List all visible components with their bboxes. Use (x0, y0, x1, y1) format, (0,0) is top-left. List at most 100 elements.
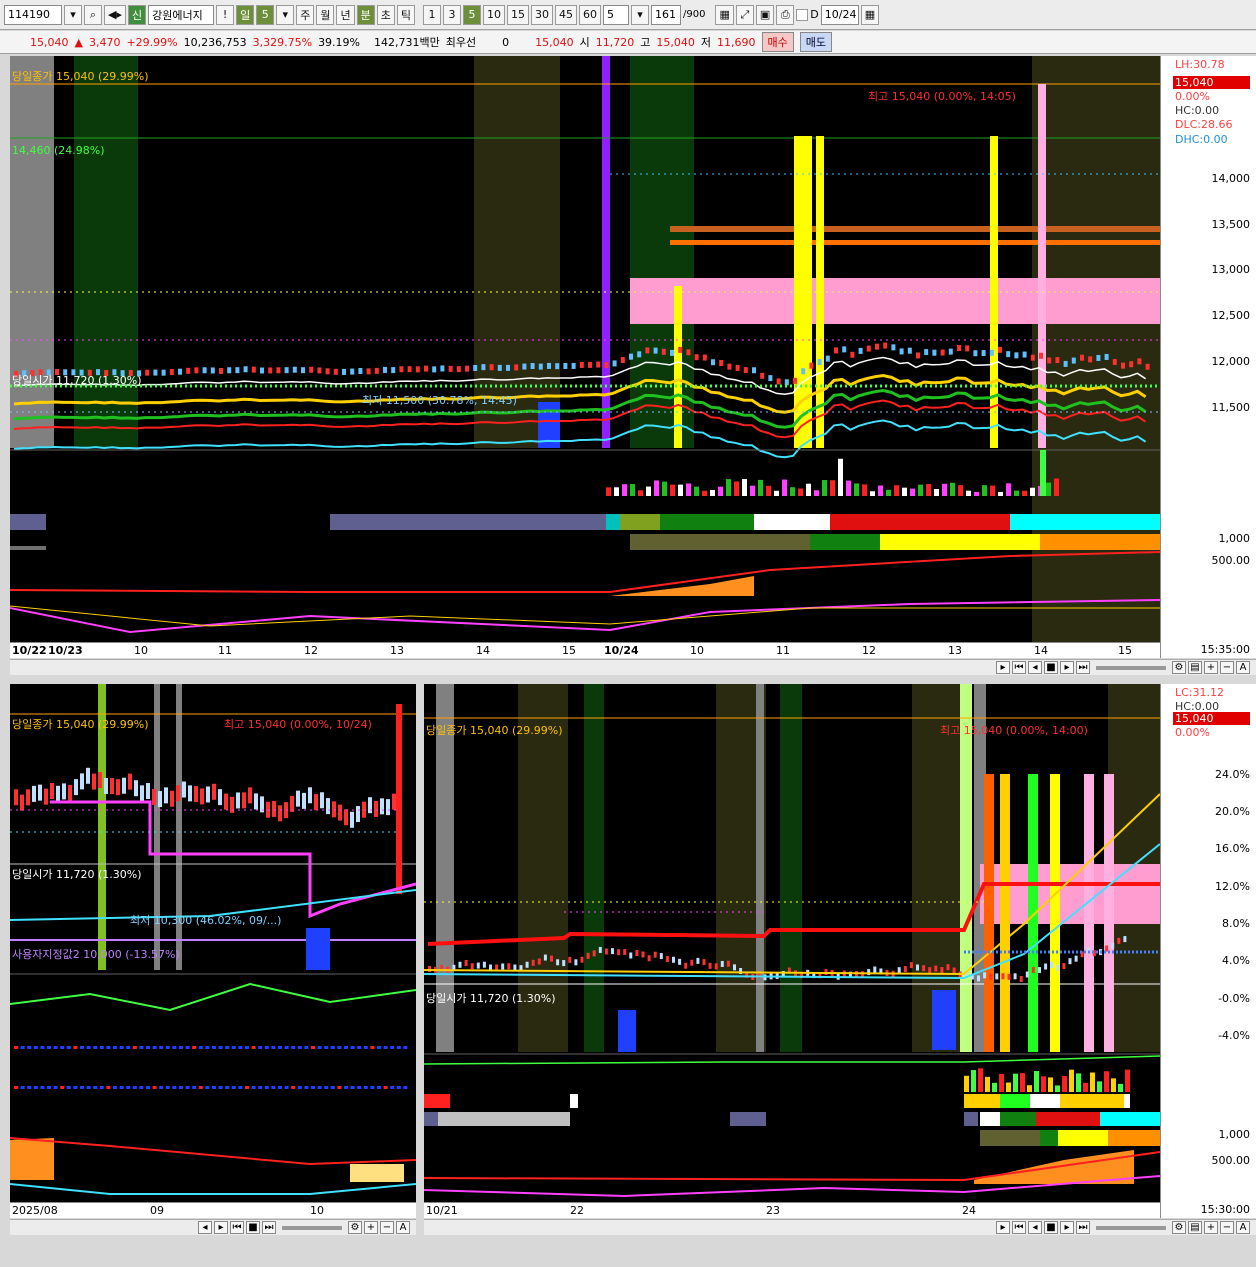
chart-type-icon[interactable]: ▦ (715, 4, 734, 25)
scroll-first-icon[interactable]: ⏮ (1012, 661, 1026, 674)
interval-5[interactable]: 5 (462, 4, 481, 25)
date-checkbox[interactable] (796, 8, 809, 21)
volume-bar (838, 458, 843, 496)
scroll-prev-icon[interactable]: ◂ (198, 1221, 212, 1234)
save-icon[interactable]: ▣ (755, 4, 775, 25)
dropdown-icon[interactable]: ▾ (630, 4, 649, 25)
scroll-next-icon[interactable]: ▸ (1060, 1221, 1074, 1234)
zoom-out-icon[interactable]: − (1220, 661, 1234, 674)
candle (873, 966, 877, 973)
clock-label: 15:30:00 (1200, 1203, 1250, 1216)
alert-button[interactable]: ! (216, 4, 235, 25)
scroll-right-icon[interactable]: ▸ (996, 661, 1010, 674)
dot-bar (205, 1046, 210, 1049)
dot-bar (403, 1046, 408, 1049)
settings-icon[interactable]: ⚙ (1172, 661, 1186, 674)
candle (465, 365, 469, 372)
dropdown-icon[interactable]: ▾ (64, 4, 82, 25)
candle (825, 355, 830, 362)
period-week-button[interactable]: 주 (296, 4, 315, 25)
search-icon[interactable]: ⌕ (84, 4, 102, 25)
settings-icon[interactable]: ⚙ (348, 1221, 362, 1234)
period-tick-button[interactable]: 틱 (396, 4, 415, 25)
volume-highlight (674, 286, 682, 448)
scroll-right-icon[interactable]: ▸ (996, 1221, 1010, 1234)
quote-bar: 15,040 ▲ 3,470 +29.99% 10,236,753 3,329.… (0, 31, 1256, 54)
stop-icon[interactable]: ■ (246, 1221, 260, 1234)
layout-icon[interactable]: ▤ (1188, 1221, 1202, 1234)
period-month-button[interactable]: 월 (316, 4, 335, 25)
zoom-in-icon[interactable]: + (1204, 1221, 1218, 1234)
interval-value-input[interactable]: 5 (602, 4, 629, 25)
scroll-prev-icon[interactable]: ◂ (1028, 661, 1042, 674)
candle (620, 357, 625, 364)
top-scrollbar[interactable]: ▸ ⏮ ◂ ■ ▸ ⏭ ⚙ ▤ + − A (10, 659, 1256, 675)
period-day-value[interactable]: 5 (256, 4, 275, 25)
zoom-in-icon[interactable]: + (1204, 661, 1218, 674)
interval-45[interactable]: 45 (554, 4, 577, 25)
sell-button[interactable]: 매도 (799, 32, 832, 52)
scroll-last-icon[interactable]: ⏭ (1076, 1221, 1090, 1234)
scroll-first-icon[interactable]: ⏮ (230, 1221, 244, 1234)
candle (866, 345, 871, 352)
tool-icon[interactable]: ⤢ (735, 4, 754, 25)
buy-button[interactable]: 매수 (761, 32, 794, 52)
text-icon[interactable]: A (396, 1221, 410, 1234)
period-day-button[interactable]: 일 (236, 4, 255, 25)
state-bar (1010, 514, 1160, 530)
interval-3[interactable]: 3 (442, 4, 461, 25)
time-label: 22 (570, 1204, 584, 1217)
period-second-button[interactable]: 초 (376, 4, 395, 25)
stop-icon[interactable]: ■ (1044, 661, 1058, 674)
session-band (10, 56, 54, 448)
date-input[interactable]: 10/24 (820, 4, 859, 25)
top-price-chart[interactable]: 당일종가 15,040 (29.99%) 14,460 (24.98%) 최고 … (10, 56, 1160, 642)
interval-60[interactable]: 60 (578, 4, 601, 25)
dot-bar (278, 1086, 282, 1089)
stop-icon[interactable]: ■ (1044, 1221, 1058, 1234)
text-icon[interactable]: A (1236, 1221, 1250, 1234)
period-minute-button[interactable]: 분 (356, 4, 375, 25)
candle (317, 367, 322, 374)
calendar-icon[interactable]: ▦ (860, 4, 880, 25)
text-icon[interactable]: A (1236, 661, 1250, 674)
prev-next-icon[interactable]: ◀▸ (104, 4, 126, 25)
bottom-right-intraday-chart[interactable]: 당일종가 15,040 (29.99%) 최고 15,040 (0.00%, 1… (424, 684, 1160, 1202)
interval-15[interactable]: 15 (506, 4, 529, 25)
zoom-in-icon[interactable]: + (364, 1221, 378, 1234)
settings-icon[interactable]: ⚙ (1172, 1221, 1186, 1234)
interval-1[interactable]: 1 (422, 4, 441, 25)
zoom-slider[interactable] (282, 1225, 342, 1230)
scroll-last-icon[interactable]: ⏭ (262, 1221, 276, 1234)
volume-bar (774, 490, 779, 496)
layout-icon[interactable]: ▤ (1188, 661, 1202, 674)
axis-label: 12,500 (1211, 309, 1251, 322)
bottom-left-scrollbar[interactable]: ◂ ▸ ⏮ ■ ⏭ ⚙ + − A (10, 1219, 416, 1235)
zoom-out-icon[interactable]: − (380, 1221, 394, 1234)
candle (415, 366, 420, 373)
bottom-right-scrollbar[interactable]: ▸ ⏮ ◂ ■ ▸ ⏭ ⚙ ▤ + − A (424, 1219, 1256, 1235)
bottom-left-daily-chart[interactable]: 당일종가 15,040 (29.99%) 최고 15,040 (0.00%, 1… (10, 684, 416, 1202)
period-year-button[interactable]: 년 (336, 4, 355, 25)
interval-30[interactable]: 30 (530, 4, 553, 25)
marker-bar (602, 56, 610, 448)
dot-bar (251, 1086, 256, 1089)
dropdown-icon[interactable]: ▾ (276, 4, 295, 25)
candle (932, 349, 937, 356)
interval-10[interactable]: 10 (482, 4, 505, 25)
scroll-prev-icon[interactable]: ◂ (1028, 1221, 1042, 1234)
zoom-slider[interactable] (1096, 665, 1166, 670)
zoom-out-icon[interactable]: − (1220, 1221, 1234, 1234)
bar-count-input[interactable]: 161 (650, 4, 681, 25)
candle (711, 359, 715, 366)
candle (611, 948, 614, 955)
volume-bar (718, 486, 723, 496)
scroll-right-icon[interactable]: ▸ (214, 1221, 228, 1234)
zoom-slider[interactable] (1096, 1225, 1166, 1230)
scroll-last-icon[interactable]: ⏭ (1076, 661, 1090, 674)
scroll-first-icon[interactable]: ⏮ (1012, 1221, 1026, 1234)
stock-code-input[interactable]: 114190 (4, 4, 62, 25)
candle (776, 378, 781, 385)
scroll-next-icon[interactable]: ▸ (1060, 661, 1074, 674)
print-icon[interactable]: ⎙ (776, 4, 795, 25)
